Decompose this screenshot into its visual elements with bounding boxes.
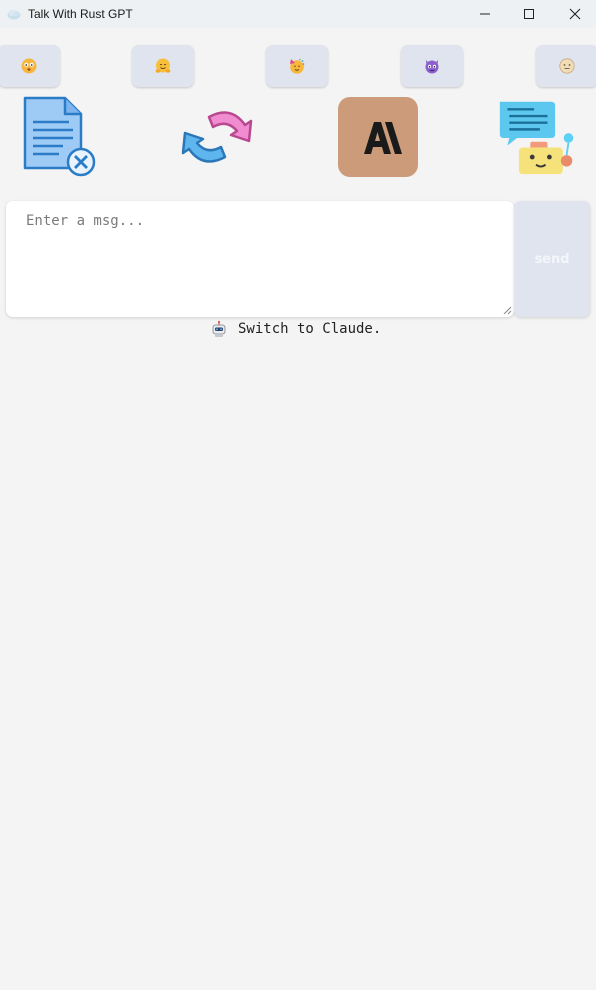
title-bar[interactable]: Talk With Rust GPT [0,0,596,28]
pale-face-icon [559,58,575,74]
chat-bot-button[interactable] [496,96,578,178]
purple-devil-icon [425,60,439,74]
switch-claude-button[interactable] [337,96,419,178]
cloud-app-icon [6,6,22,22]
anthropic-logo-icon [338,97,418,177]
minimize-button[interactable] [462,0,508,28]
send-button[interactable]: send [514,201,590,317]
emoji-button-pale[interactable] [536,45,596,87]
status-line: Switch to Claude. [210,319,381,339]
app-window: Talk With Rust GPT Enter a msg... send S… [0,0,596,990]
maximize-icon [524,9,534,19]
maximize-button[interactable] [506,0,552,28]
emoji-button-hugging[interactable] [132,45,194,87]
confused-face-icon [21,58,37,74]
close-icon [569,8,581,20]
status-text: Switch to Claude. [238,321,382,337]
robot-icon [212,320,226,337]
resize-grip-icon[interactable] [503,306,512,315]
window-title: Talk With Rust GPT [28,7,133,21]
chat-bot-icon [499,101,574,175]
refresh-icon [181,111,253,163]
emoji-button-devil[interactable] [401,45,463,87]
refresh-button[interactable] [176,96,258,178]
clear-document-button[interactable] [18,96,100,178]
clear-document-icon [23,96,96,177]
hugging-face-icon [155,58,171,73]
emoji-button-party[interactable] [266,45,328,87]
emoji-button-confused[interactable] [0,45,60,87]
close-button[interactable] [552,0,596,28]
party-face-icon [290,58,305,74]
minimize-icon [480,13,490,15]
message-input[interactable] [6,201,514,317]
